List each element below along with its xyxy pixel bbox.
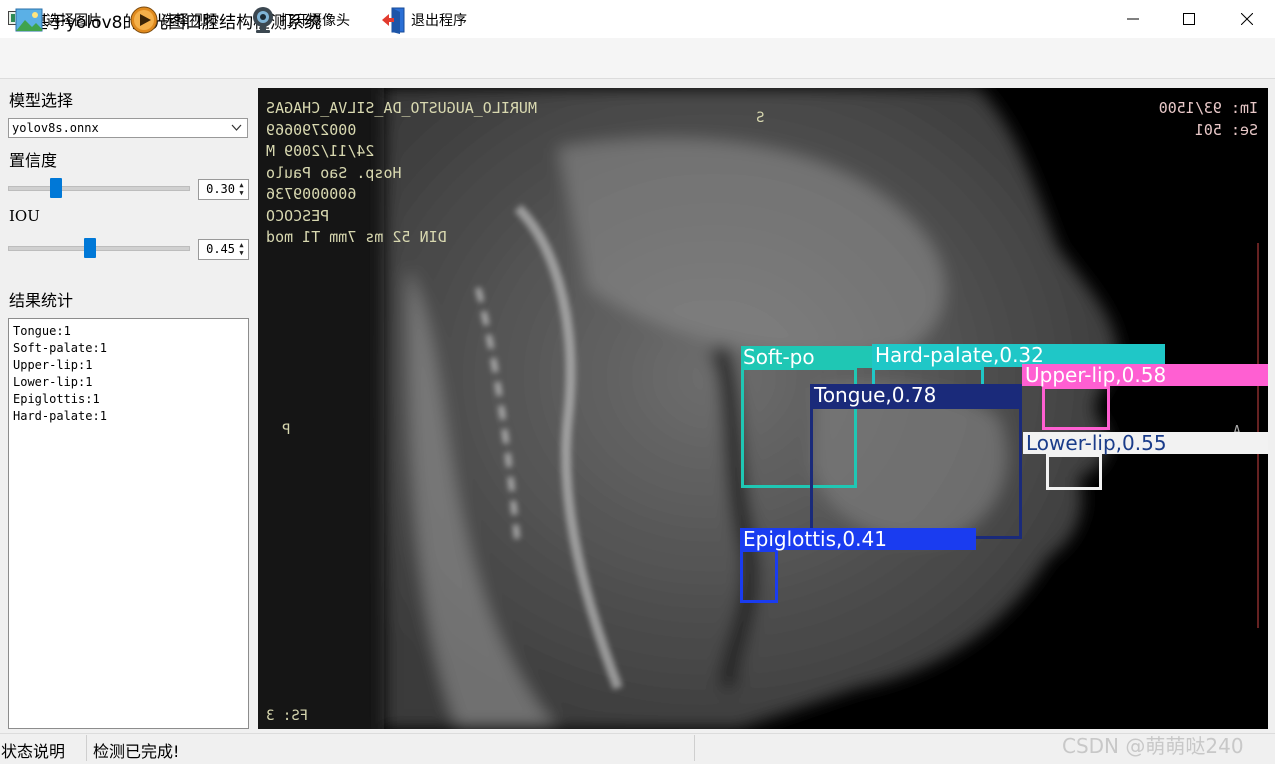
confidence-value: 0.30 <box>206 182 235 196</box>
result-line: Hard-palate:1 <box>13 409 107 423</box>
confidence-label: 置信度 <box>9 151 58 170</box>
detection-label-soft-palate: Soft-po <box>741 346 876 368</box>
detection-label-epiglottis: Epiglottis,0.41 <box>740 528 976 550</box>
iou-value: 0.45 <box>206 242 235 256</box>
result-line: Lower-lip:1 <box>13 375 93 389</box>
result-line: Tongue:1 <box>13 324 71 338</box>
xray-info-line: 24/11/2009 M <box>266 142 375 160</box>
xray-info-line: PESCOCO <box>266 206 330 225</box>
xray-orientation-p: P <box>282 422 291 438</box>
confidence-slider-handle[interactable] <box>50 178 62 198</box>
xray-info-line: 6000009736 <box>266 185 357 203</box>
detection-label-upper-lip: Upper-lip,0.58 <box>1022 364 1268 386</box>
detection-label-tongue: Tongue,0.78 <box>810 384 1022 406</box>
confidence-slider-track[interactable] <box>8 186 190 191</box>
xray-info-line: MURILO_AUGUSTO_DA_SILVA_CHAGAS <box>266 99 537 117</box>
detection-box-epiglottis <box>740 549 778 603</box>
xray-info-line: 0002790669 <box>266 120 357 139</box>
status-divider <box>86 735 87 761</box>
webcam-icon <box>249 6 277 34</box>
select-video-button[interactable]: 选择视频 <box>130 5 217 35</box>
confidence-spinbox[interactable]: 0.30 ▲ ▼ <box>198 179 249 200</box>
detection-image-view: MURILO_AUGUSTO_DA_SILVA_CHAGAS 000279066… <box>258 88 1268 729</box>
exit-program-label: 退出程序 <box>411 13 467 29</box>
xray-series-line: Se: 501 <box>1194 120 1258 139</box>
result-stats-label: 结果统计 <box>9 291 74 310</box>
status-message: 检测已完成! <box>93 742 180 761</box>
minimize-button[interactable] <box>1104 0 1162 38</box>
status-divider <box>694 735 695 761</box>
open-camera-button[interactable]: 打开摄像头 <box>249 5 350 35</box>
minimize-icon <box>1127 18 1139 20</box>
detection-box-lower-lip <box>1046 454 1102 490</box>
detection-label-lower-lip: Lower-lip,0.55 <box>1023 432 1268 454</box>
result-text-area[interactable]: Tongue:1 Soft-palate:1 Upper-lip:1 Lower… <box>8 318 249 729</box>
xray-info-line: DIN 52 ms 7mm T1 mod <box>266 228 447 246</box>
spin-arrows-icon[interactable]: ▲ ▼ <box>236 241 247 258</box>
close-icon <box>1241 13 1253 25</box>
maximize-icon <box>1183 13 1195 25</box>
status-title: 状态说明 <box>1 742 66 761</box>
xray-series-line: Im: 93/1500 <box>1158 99 1258 117</box>
exit-door-icon <box>380 6 408 34</box>
exit-program-button[interactable]: 退出程序 <box>380 5 467 35</box>
xray-orientation-s: S <box>756 110 765 126</box>
iou-label: IOU <box>9 207 40 225</box>
close-button[interactable] <box>1218 0 1275 38</box>
select-image-button[interactable]: 选择图片 <box>15 5 102 35</box>
iou-slider-track[interactable] <box>8 246 190 251</box>
xray-fs-label: FS: 3 <box>266 708 309 724</box>
chevron-down-icon <box>231 124 242 131</box>
spin-arrows-icon[interactable]: ▲ ▼ <box>236 181 247 198</box>
iou-slider-handle[interactable] <box>84 238 96 258</box>
result-line: Soft-palate:1 <box>13 341 107 355</box>
open-camera-label: 打开摄像头 <box>280 13 350 29</box>
model-dropdown[interactable]: yolov8s.onnx <box>8 118 248 138</box>
maximize-button[interactable] <box>1160 0 1218 38</box>
watermark: CSDN @萌萌哒240 <box>1062 734 1244 758</box>
model-dropdown-value: yolov8s.onnx <box>12 121 99 135</box>
image-icon <box>15 6 43 34</box>
result-line: Upper-lip:1 <box>13 358 93 372</box>
detection-box-upper-lip <box>1042 386 1110 430</box>
xray-patient-info: MURILO_AUGUSTO_DA_SILVA_CHAGAS 000279066… <box>266 98 646 249</box>
select-image-label: 选择图片 <box>46 13 102 29</box>
model-select-label: 模型选择 <box>9 91 74 110</box>
result-line: Epiglottis:1 <box>13 392 100 406</box>
play-icon <box>130 6 158 34</box>
iou-spinbox[interactable]: 0.45 ▲ ▼ <box>198 239 249 260</box>
detection-box-tongue <box>810 406 1022 539</box>
select-video-label: 选择视频 <box>161 13 217 29</box>
xray-info-line: Hosp. Sao Paulo <box>266 163 402 182</box>
toolbar <box>0 38 1275 79</box>
xray-series-info: Im: 93/1500 Se: 501 <box>1118 98 1258 141</box>
